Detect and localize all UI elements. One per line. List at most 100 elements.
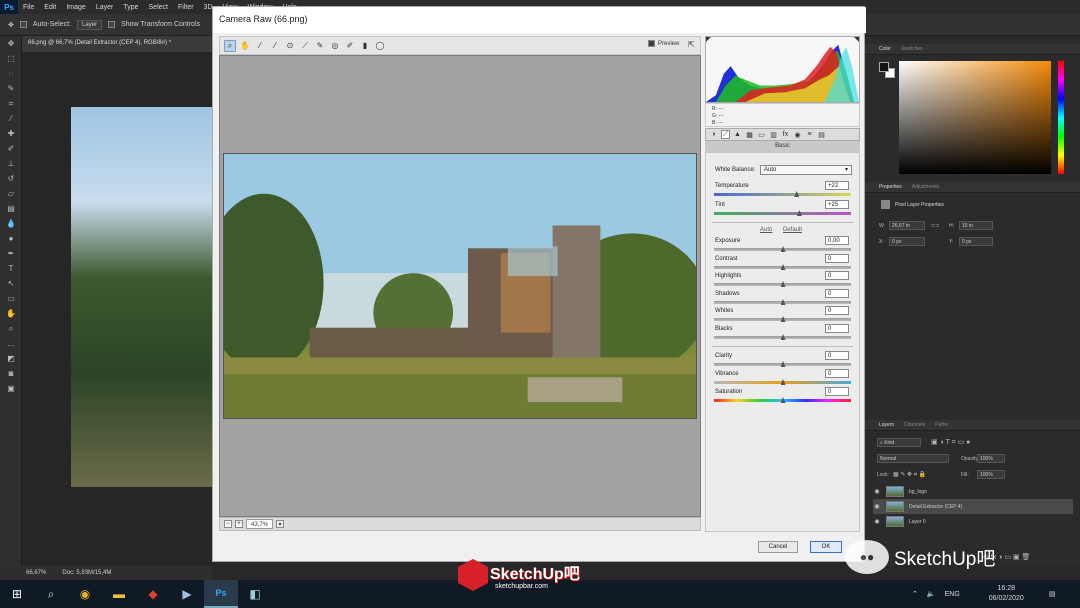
menu-type[interactable]: Type (118, 4, 143, 11)
vibrance-thumb[interactable] (780, 379, 786, 385)
opacity-field[interactable]: 100% (977, 454, 1005, 463)
color-swatch-icon[interactable]: ◩ (0, 351, 22, 366)
zoom-in-button[interactable]: + (235, 520, 243, 528)
blacks-slider[interactable] (714, 334, 851, 340)
pen-tool-icon[interactable]: ✒ (0, 246, 22, 261)
saturation-input[interactable]: 0 (825, 387, 849, 396)
quick-mask-icon[interactable]: ◙ (0, 366, 22, 381)
menu-edit[interactable]: Edit (39, 4, 61, 11)
x-field[interactable]: 0 px (889, 237, 925, 246)
exposure-thumb[interactable] (780, 246, 786, 252)
fullscreen-icon[interactable]: ⇱ (688, 40, 700, 52)
move-tool-icon[interactable]: ✥ (0, 36, 22, 51)
white-balance-select[interactable]: Auto ▾ (760, 165, 852, 175)
spot-removal-icon[interactable]: ✎ (314, 40, 326, 52)
foreground-color-swatch[interactable] (879, 62, 889, 72)
tab-properties[interactable]: Properties (879, 184, 902, 190)
shape-tool-icon[interactable]: ▭ (0, 291, 22, 306)
temperature-slider[interactable] (714, 191, 851, 197)
vibrance-slider[interactable] (714, 379, 851, 385)
lock-icons[interactable]: ▦ ✎ ✥ ⌗ 🔒 (893, 471, 926, 479)
whites-input[interactable]: 0 (825, 306, 849, 315)
zoom-select[interactable]: 43,7% (246, 519, 274, 529)
eyedropper-tool-icon[interactable]: ⁄ (0, 111, 22, 126)
calibration-tab-icon[interactable]: ◉ (793, 130, 802, 139)
chrome-icon[interactable]: ◉ (68, 580, 102, 608)
shadows-thumb[interactable] (780, 299, 786, 305)
color-sampler-icon[interactable]: ⁄ (269, 40, 281, 52)
history-brush-icon[interactable]: ↺ (0, 171, 22, 186)
file-explorer-icon[interactable]: ▬ (102, 580, 136, 608)
tab-paths[interactable]: Paths (935, 422, 948, 428)
hand-icon[interactable]: ✋ (239, 40, 251, 52)
lasso-tool-icon[interactable]: ◌ (0, 66, 22, 81)
snapshots-tab-icon[interactable]: ▤ (817, 130, 826, 139)
clock[interactable]: 16:28 06/02/2020 (989, 584, 1024, 604)
volume-icon[interactable]: 🔈 (927, 590, 936, 598)
marquee-tool-icon[interactable]: ⬚ (0, 51, 22, 66)
contrast-slider[interactable] (714, 264, 851, 270)
app-icon[interactable]: ◧ (238, 580, 272, 608)
menu-filter[interactable]: Filter (173, 4, 199, 11)
exposure-input[interactable]: 0,00 (825, 236, 849, 245)
white-balance-icon[interactable]: ⁄ (254, 40, 266, 52)
crop-tool-icon[interactable]: ⌗ (0, 96, 22, 111)
whites-slider[interactable] (714, 316, 851, 322)
windows-start-icon[interactable]: ⊞ (0, 580, 34, 608)
menu-file[interactable]: File (18, 4, 39, 11)
tab-channels[interactable]: Channels (904, 422, 925, 428)
hsl-tab-icon[interactable]: ▦ (745, 130, 754, 139)
effects-tab-icon[interactable]: fx (781, 130, 790, 139)
eraser-tool-icon[interactable]: ▱ (0, 186, 22, 201)
radial-filter-icon[interactable]: ◯ (374, 40, 386, 52)
tint-input[interactable]: +25 (825, 200, 849, 209)
exposure-slider[interactable] (714, 246, 851, 252)
shadows-input[interactable]: 0 (825, 289, 849, 298)
auto-select-target[interactable]: Layer (77, 19, 103, 30)
layer-filter-icons[interactable]: ▣ ◑ T ⌗ ▭ ● (931, 438, 970, 447)
highlights-input[interactable]: 0 (825, 271, 849, 280)
targeted-adjust-icon[interactable]: ⊙ (284, 40, 296, 52)
saturation-slider[interactable] (714, 397, 851, 403)
chevron-up-icon[interactable]: ⌃ (912, 590, 918, 598)
tab-layers[interactable]: Layers (879, 422, 894, 428)
default-link[interactable]: Default (783, 227, 802, 233)
auto-select-checkbox[interactable] (19, 21, 27, 28)
transform-controls-checkbox[interactable] (108, 21, 116, 28)
whites-thumb[interactable] (780, 316, 786, 322)
menu-layer[interactable]: Layer (91, 4, 119, 11)
tab-color[interactable]: Color (879, 46, 891, 52)
saturation-thumb[interactable] (780, 397, 786, 403)
zoom-icon[interactable]: ⌕ (224, 39, 236, 52)
tint-thumb[interactable] (796, 210, 802, 216)
presets-tab-icon[interactable]: ≡ (805, 130, 814, 139)
screen-mode-icon[interactable]: ▣ (0, 381, 22, 396)
brush-tool-icon[interactable]: ✐ (0, 141, 22, 156)
cancel-button[interactable]: Cancel (758, 541, 798, 553)
document-tab[interactable]: 66.png @ 66,7% (Detail Extractor (CEP 4)… (22, 36, 212, 52)
eye-icon[interactable]: ◉ (873, 488, 881, 495)
photoshop-taskbar-icon[interactable]: Ps (204, 580, 238, 608)
lang-indicator[interactable]: ENG (945, 591, 960, 598)
lens-tab-icon[interactable]: ▥ (769, 130, 778, 139)
healing-tool-icon[interactable]: ✚ (0, 126, 22, 141)
tab-swatches[interactable]: Swatches (901, 46, 923, 52)
graduated-filter-icon[interactable]: ▮ (359, 40, 371, 52)
color-picker-field[interactable] (899, 61, 1051, 174)
width-field[interactable]: 26,67 in (889, 221, 925, 230)
fill-field[interactable]: 100% (977, 470, 1005, 479)
vibrance-input[interactable]: 0 (825, 369, 849, 378)
blur-tool-icon[interactable]: 💧 (0, 216, 22, 231)
blacks-thumb[interactable] (780, 334, 786, 340)
hue-slider[interactable] (1058, 61, 1064, 174)
zoom-tool-icon[interactable]: ⌕ (0, 321, 22, 336)
contrast-input[interactable]: 0 (825, 254, 849, 263)
zoom-out-button[interactable]: − (224, 520, 232, 528)
basic-tab-icon[interactable]: ◑ (709, 130, 718, 139)
preview-checkbox[interactable]: ✓ (648, 40, 655, 48)
tone-curve-tab-icon[interactable]: ⟋ (721, 130, 730, 139)
highlights-thumb[interactable] (780, 281, 786, 287)
highlights-slider[interactable] (714, 281, 851, 287)
temperature-thumb[interactable] (794, 191, 800, 197)
layer-row[interactable]: ◉ Layer 0 (873, 514, 1073, 529)
